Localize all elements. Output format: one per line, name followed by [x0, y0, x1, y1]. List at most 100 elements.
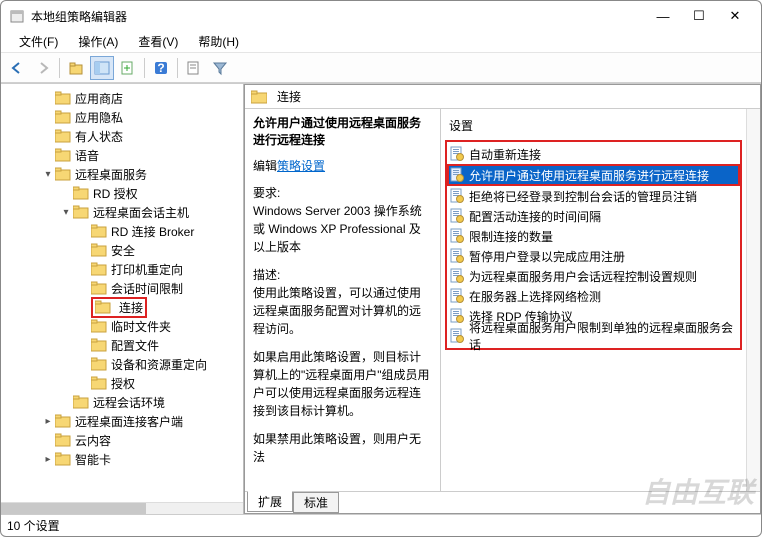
tree-item[interactable]: 配置文件: [5, 336, 243, 354]
tree-item[interactable]: ▾远程桌面服务: [5, 165, 243, 183]
setting-label: 限制连接的数量: [469, 228, 553, 245]
edit-policy-link[interactable]: 策略设置: [277, 159, 325, 173]
tree-item[interactable]: 远程会话环境: [5, 393, 243, 411]
tree-item-label: 远程桌面连接客户端: [75, 413, 183, 430]
tree-item[interactable]: 会话时间限制: [5, 279, 243, 297]
folder-icon: [55, 110, 71, 124]
tree-item-label: 连接: [119, 299, 143, 316]
tree-item[interactable]: 临时文件夹: [5, 317, 243, 335]
setting-row[interactable]: 在服务器上选择网络检测: [447, 286, 740, 306]
description-label: 描述:: [253, 266, 432, 284]
setting-row[interactable]: 将远程桌面服务用户限制到单独的远程桌面服务会话: [447, 326, 740, 346]
folder-icon: [91, 357, 107, 371]
properties-button[interactable]: [182, 56, 206, 80]
expander-icon[interactable]: ▸: [41, 416, 55, 427]
tree-item[interactable]: ▸ 远程桌面连接客户端: [5, 412, 243, 430]
menu-help[interactable]: 帮助(H): [190, 31, 247, 52]
folder-icon: [91, 319, 107, 333]
tree-item-label: 配置文件: [111, 337, 159, 354]
expander-icon[interactable]: ▸: [41, 454, 55, 465]
tree-item[interactable]: 云内容: [5, 431, 243, 449]
tree-item[interactable]: 应用隐私: [5, 108, 243, 126]
requirements-text: Windows Server 2003 操作系统或 Windows XP Pro…: [253, 202, 432, 256]
policy-icon: [449, 288, 465, 304]
tree-item-label: 语音: [75, 147, 99, 164]
menu-bar: 文件(F) 操作(A) 查看(V) 帮助(H): [1, 31, 761, 53]
tree-item-label: 安全: [111, 242, 135, 259]
help-button[interactable]: ?: [149, 56, 173, 80]
minimize-button[interactable]: —: [645, 2, 681, 30]
setting-row[interactable]: 配置活动连接的时间间隔: [447, 206, 740, 226]
policy-icon: [449, 268, 465, 284]
menu-action[interactable]: 操作(A): [70, 31, 126, 52]
tree-item-label: 远程桌面会话主机: [93, 204, 189, 221]
toolbar-separator: [144, 58, 145, 78]
tree-item[interactable]: 打印机重定向: [5, 260, 243, 278]
policy-icon: [449, 228, 465, 244]
folder-icon: [91, 338, 107, 352]
tree-item[interactable]: RD 授权: [5, 184, 243, 202]
tree-item[interactable]: ▸智能卡: [5, 450, 243, 468]
tree-item-label: RD 连接 Broker: [111, 223, 194, 240]
setting-row[interactable]: 限制连接的数量: [447, 226, 740, 246]
vertical-scrollbar[interactable]: [746, 109, 760, 491]
setting-label: 为远程桌面服务用户会话远程控制设置规则: [469, 268, 697, 285]
show-tree-button[interactable]: [90, 56, 114, 80]
filter-button[interactable]: [208, 56, 232, 80]
folder-icon: [55, 433, 71, 447]
folder-icon: [55, 452, 71, 466]
setting-row[interactable]: 为远程桌面服务用户会话远程控制设置规则: [447, 266, 740, 286]
tree-item-label: 应用隐私: [75, 109, 123, 126]
tree-view[interactable]: 应用商店应用隐私有人状态语音▾远程桌面服务RD 授权 ▾ 远程桌面会话主机 RD 连接…: [1, 84, 243, 502]
app-icon: [9, 8, 25, 24]
export-button[interactable]: [116, 56, 140, 80]
tree-item[interactable]: 语音: [5, 146, 243, 164]
svg-text:?: ?: [157, 61, 164, 75]
tree-item-label: 会话时间限制: [111, 280, 183, 297]
tree-item[interactable]: 授权: [5, 374, 243, 392]
setting-row[interactable]: 暂停用户登录以完成应用注册: [447, 246, 740, 266]
policy-icon: [449, 167, 465, 183]
tree-item-label: 授权: [111, 375, 135, 392]
maximize-button[interactable]: ☐: [681, 2, 717, 30]
menu-file[interactable]: 文件(F): [11, 31, 66, 52]
menu-view[interactable]: 查看(V): [130, 31, 186, 52]
settings-column: 设置 自动重新连接允许用户通过使用远程桌面服务进行远程连接拒绝将已经登录到控制台…: [441, 109, 746, 491]
folder-icon: [73, 395, 89, 409]
tree-item-label: 临时文件夹: [111, 318, 171, 335]
settings-header[interactable]: 设置: [445, 115, 742, 140]
tree-item-label: 打印机重定向: [111, 261, 183, 278]
horizontal-scrollbar[interactable]: [1, 502, 243, 514]
folder-icon: [55, 129, 71, 143]
up-button[interactable]: [64, 56, 88, 80]
forward-button[interactable]: [31, 56, 55, 80]
tree-item[interactable]: 有人状态: [5, 127, 243, 145]
expander-icon[interactable]: ▾: [41, 169, 55, 180]
window-controls: — ☐ ✕: [645, 2, 753, 30]
tree-item[interactable]: 设备和资源重定向: [5, 355, 243, 373]
close-button[interactable]: ✕: [717, 2, 753, 30]
requirements-label: 要求:: [253, 184, 432, 202]
policy-icon: [449, 308, 465, 324]
setting-row[interactable]: 拒绝将已经登录到控制台会话的管理员注销: [447, 186, 740, 206]
details-body: 允许用户通过使用远程桌面服务进行远程连接 编辑策略设置 要求: Windows …: [245, 109, 760, 491]
tree-item[interactable]: 应用商店: [5, 89, 243, 107]
description-p3: 如果禁用此策略设置，则用户无法: [253, 430, 432, 466]
setting-row[interactable]: 自动重新连接: [447, 144, 740, 164]
setting-row[interactable]: 允许用户通过使用远程桌面服务进行远程连接: [447, 164, 740, 186]
tree-item[interactable]: 安全: [5, 241, 243, 259]
back-button[interactable]: [5, 56, 29, 80]
tab-extended[interactable]: 扩展: [247, 491, 293, 512]
description-text: 使用此策略设置，可以通过使用远程桌面服务配置对计算机的远程访问。: [253, 284, 432, 338]
folder-icon: [91, 224, 107, 238]
folder-icon: [73, 205, 89, 219]
tree-item[interactable]: ▾ 远程桌面会话主机: [5, 203, 243, 221]
setting-label: 暂停用户登录以完成应用注册: [469, 248, 625, 265]
settings-list[interactable]: 自动重新连接允许用户通过使用远程桌面服务进行远程连接拒绝将已经登录到控制台会话的…: [445, 140, 742, 350]
toolbar-separator: [177, 58, 178, 78]
tree-item[interactable]: 连接: [5, 298, 243, 316]
expander-icon[interactable]: ▾: [59, 207, 73, 218]
tab-standard[interactable]: 标准: [293, 492, 339, 513]
tree-item[interactable]: RD 连接 Broker: [5, 222, 243, 240]
status-bar: 10 个设置: [1, 514, 761, 536]
